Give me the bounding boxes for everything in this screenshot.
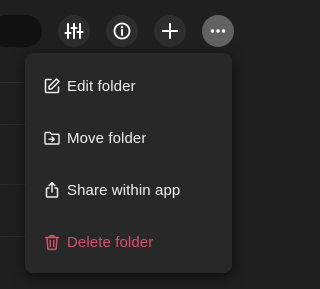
menu-item-label: Share within app [67,181,181,199]
menu-item-label: Edit folder [67,77,136,95]
folder-options-menu: Edit folder Move folder Share within app [25,53,232,273]
info-button[interactable] [106,15,138,47]
more-horizontal-icon [208,21,228,41]
menu-item-share-within-app[interactable]: Share within app [25,164,232,216]
info-icon [112,21,132,41]
share-icon [43,181,61,199]
trash-icon [43,233,61,251]
app-screen: Edit folder Move folder Share within app [0,0,242,289]
edit-icon [43,77,61,95]
filter-settings-button[interactable] [58,15,90,47]
add-button[interactable] [154,15,186,47]
menu-item-label: Move folder [67,129,147,147]
plus-icon [160,21,180,41]
menu-item-label: Delete folder [67,233,154,251]
search-input[interactable] [0,15,42,47]
menu-item-move-folder[interactable]: Move folder [25,112,232,164]
move-folder-icon [43,129,61,147]
sliders-icon [64,21,84,41]
menu-item-edit-folder[interactable]: Edit folder [25,60,232,112]
menu-item-delete-folder[interactable]: Delete folder [25,216,232,268]
more-options-button[interactable] [202,15,234,47]
